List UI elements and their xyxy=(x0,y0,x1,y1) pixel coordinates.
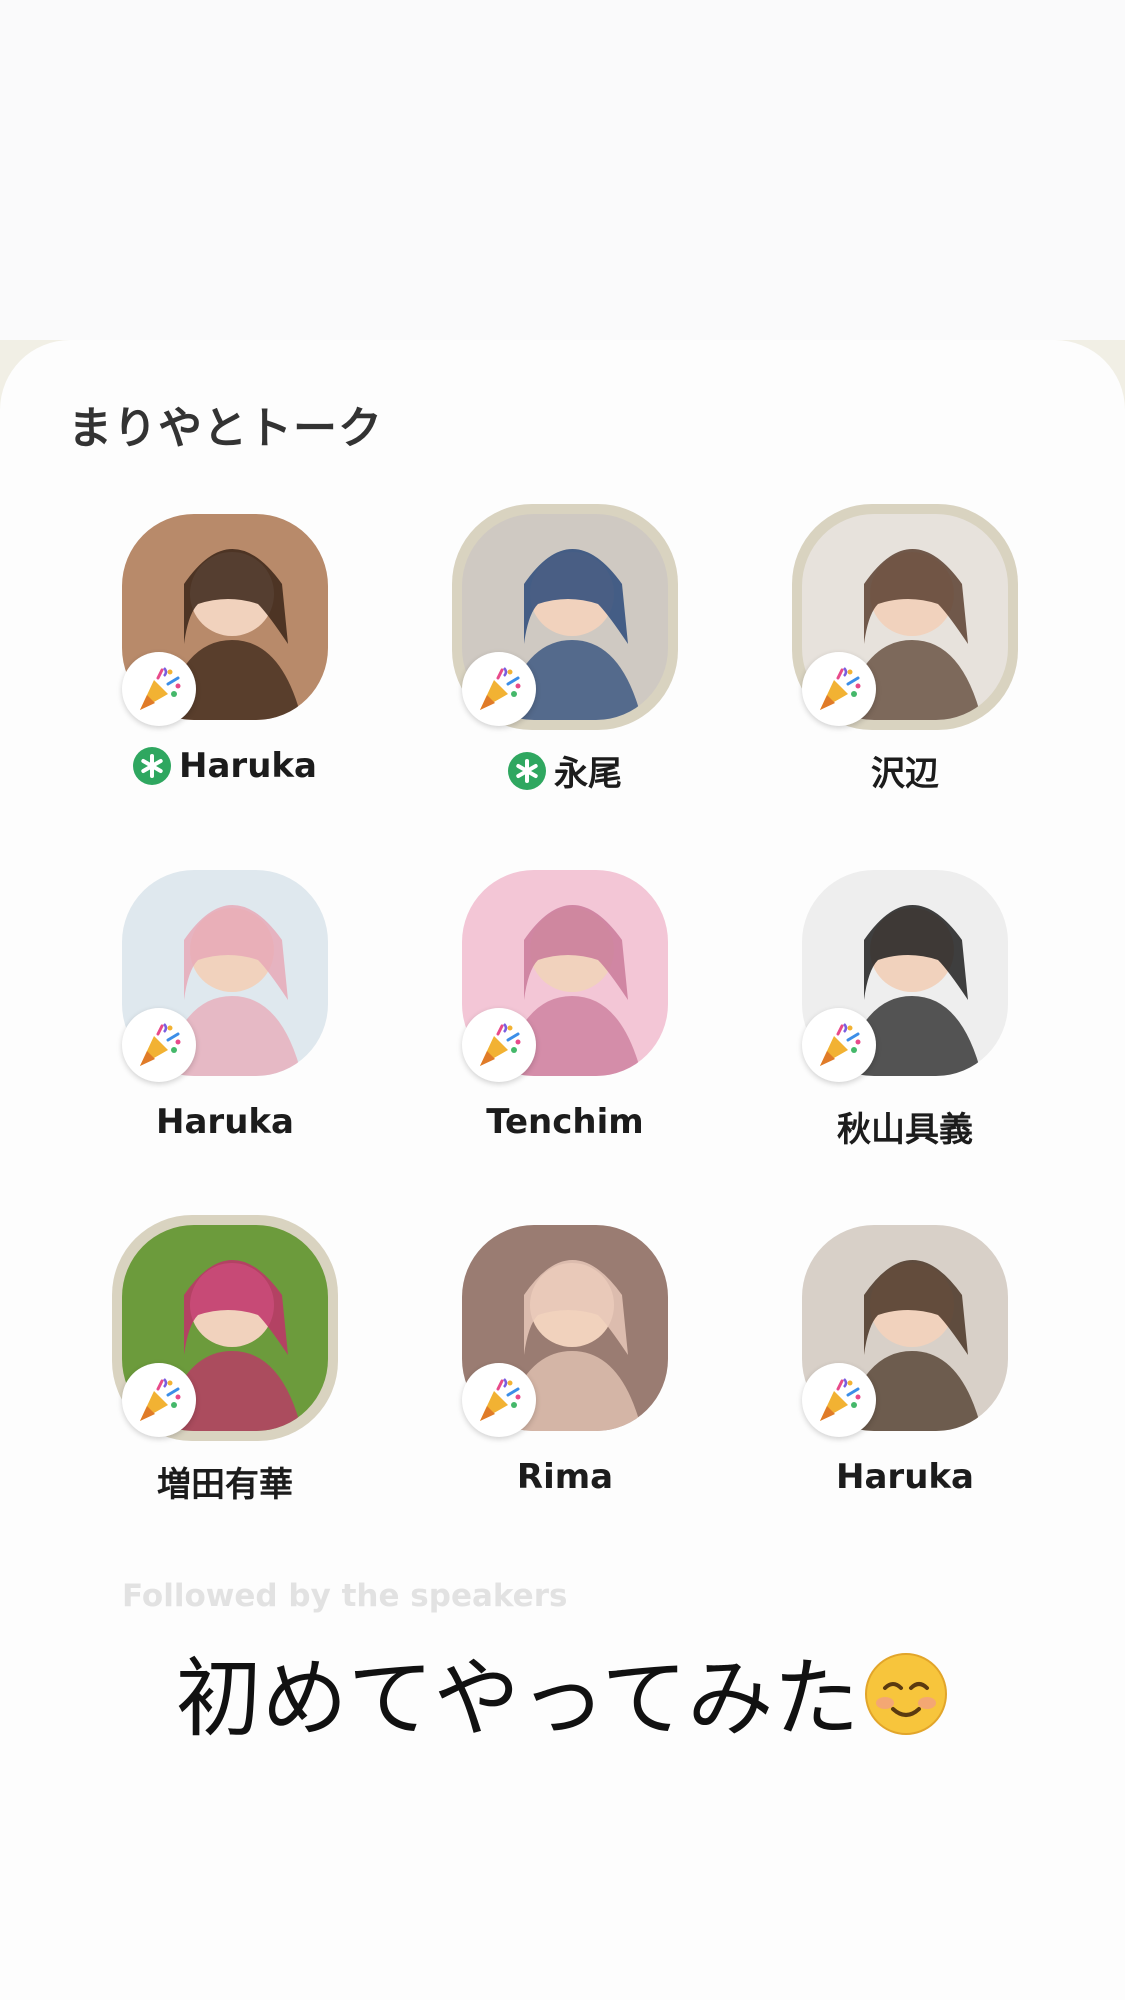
speaker-name: Haruka xyxy=(156,1102,294,1142)
moderator-asterisk-icon xyxy=(508,751,546,790)
party-popper-icon xyxy=(462,1008,536,1082)
speaker-name-row: 沢辺 xyxy=(785,746,1025,795)
speaker-name-row: Haruka xyxy=(105,746,345,786)
avatar[interactable] xyxy=(462,1225,668,1437)
speaker-name: 増田有華 xyxy=(157,1465,293,1505)
speaker-name-row: Haruka xyxy=(105,1102,345,1142)
followed-by-speakers-label: Followed by the speakers xyxy=(122,1578,568,1614)
avatar[interactable] xyxy=(802,1225,1008,1437)
speaker-tile[interactable]: Haruka xyxy=(785,1225,1025,1525)
speaker-tile[interactable]: 秋山具義 xyxy=(785,870,1025,1170)
avatar[interactable] xyxy=(122,870,328,1082)
speaker-tile[interactable]: Haruka xyxy=(105,514,345,814)
speaker-name: 沢辺 xyxy=(871,754,939,794)
party-popper-icon xyxy=(462,1363,536,1437)
party-popper-icon xyxy=(122,652,196,726)
speaker-name: Haruka xyxy=(179,746,317,786)
speaker-name-row: 永尾 xyxy=(445,746,685,795)
speaker-name-row: 増田有華 xyxy=(105,1457,345,1506)
speaker-name: 秋山具義 xyxy=(837,1110,973,1150)
speaker-name-row: Haruka xyxy=(785,1457,1025,1497)
avatar[interactable] xyxy=(112,1215,338,1441)
avatar[interactable] xyxy=(452,504,678,730)
speaker-tile[interactable]: 永尾 xyxy=(445,504,685,814)
avatar[interactable] xyxy=(802,870,1008,1082)
moderator-asterisk-icon xyxy=(133,747,172,785)
speaker-name: Haruka xyxy=(836,1457,974,1497)
speaker-name-row: Tenchim xyxy=(445,1102,685,1142)
room-title: まりやとトーク xyxy=(68,403,383,454)
speaker-tile[interactable]: 増田有華 xyxy=(105,1215,345,1525)
party-popper-icon xyxy=(802,1008,876,1082)
speaker-name: Rima xyxy=(516,1457,614,1497)
smiling-face-icon xyxy=(863,1651,949,1758)
speaker-tile[interactable]: Tenchim xyxy=(445,870,685,1170)
party-popper-icon xyxy=(122,1363,196,1437)
party-popper-icon xyxy=(122,1008,196,1082)
avatar[interactable] xyxy=(792,504,1018,730)
party-popper-icon xyxy=(462,652,536,726)
caption-text: 初めてやってみた xyxy=(175,1649,860,1749)
speaker-tile[interactable]: 沢辺 xyxy=(785,504,1025,814)
speaker-name-row: 秋山具義 xyxy=(785,1102,1025,1151)
avatar[interactable] xyxy=(122,514,328,726)
speaker-tile[interactable]: Rima xyxy=(445,1225,685,1525)
speaker-name: Tenchim xyxy=(486,1102,644,1142)
party-popper-icon xyxy=(802,652,876,726)
speaker-name: 永尾 xyxy=(554,754,622,794)
speaker-name-row: Rima xyxy=(445,1457,685,1497)
party-popper-icon xyxy=(802,1363,876,1437)
speaker-tile[interactable]: Haruka xyxy=(105,870,345,1170)
avatar[interactable] xyxy=(462,870,668,1082)
story-caption: 初めてやってみた xyxy=(0,1628,1125,1758)
